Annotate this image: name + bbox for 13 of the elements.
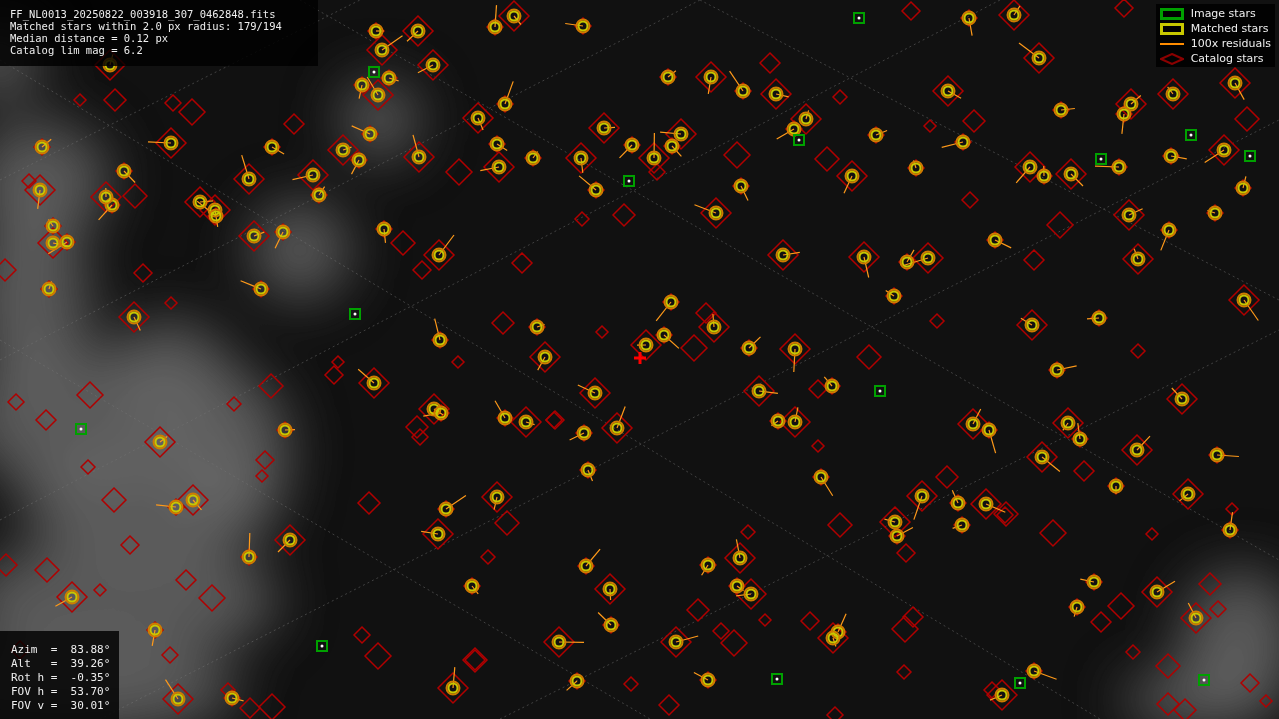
legend-label: Image stars <box>1190 7 1256 20</box>
pointing-text: Alt = 39.26° <box>11 657 112 671</box>
info-text: Catalog lim mag = 6.2 <box>10 44 144 56</box>
info-text: Median distance = 0.12 px <box>10 32 170 44</box>
legend-label: Catalog stars <box>1190 52 1264 65</box>
legend-label: Matched stars <box>1190 22 1269 35</box>
pointing-text: Rot h = -0.35° <box>11 671 112 685</box>
pointing-text: FOV h = 53.70° <box>11 685 112 699</box>
pointing-text: FOV v = 30.01° <box>11 699 112 713</box>
info-text: FF_NL0013_20250822_003918_307_0462848.fits <box>10 8 277 20</box>
info-text: Matched stars within 2.0 px radius: 179/194 <box>10 20 283 32</box>
legend-label: 100x residuals <box>1190 37 1271 50</box>
pointing-text: Azim = 83.88° <box>11 643 112 657</box>
